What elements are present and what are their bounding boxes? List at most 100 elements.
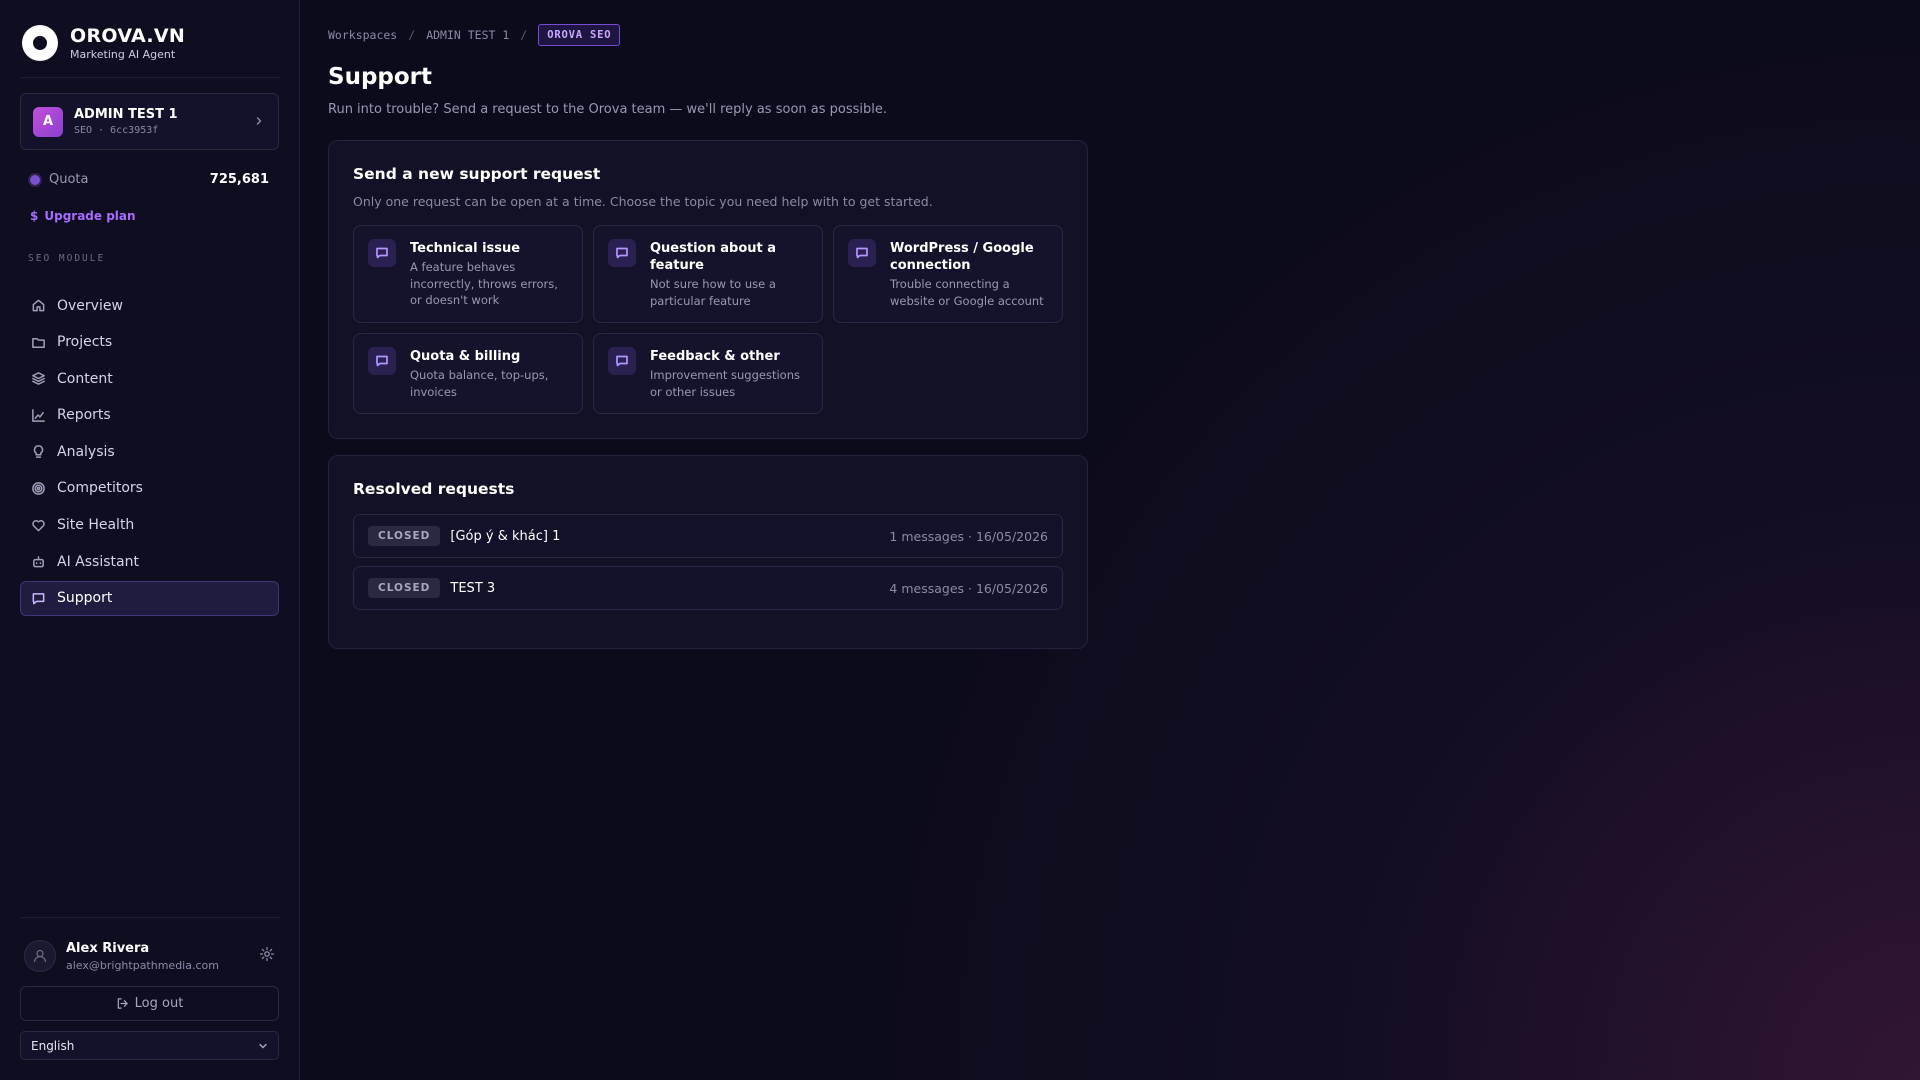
logout-label: Log out xyxy=(134,996,184,1011)
topic-desc: Quota balance, top-ups, invoices xyxy=(410,368,549,399)
layers-icon xyxy=(32,372,45,386)
bot-icon xyxy=(33,556,44,568)
sidebar-item-label: Overview xyxy=(57,297,123,314)
resolved-requests-card: Resolved requests CLOSED [Góp ý & khác] … xyxy=(328,455,1088,649)
upgrade-plan-label: Upgrade plan xyxy=(44,209,136,223)
new-request-subtitle: Only one request can be open at a time. … xyxy=(353,194,933,209)
new-request-title: Send a new support request xyxy=(353,165,601,183)
breadcrumb-separator: / xyxy=(408,28,416,42)
list-item[interactable]: CLOSED TEST 3 4 messages · 16/05/2026 xyxy=(353,566,1063,610)
sidebar-item-site-health[interactable]: Site Health xyxy=(20,508,279,543)
logo-icon xyxy=(22,24,58,61)
sidebar-item-label: Reports xyxy=(57,407,111,424)
logout-button[interactable]: Log out xyxy=(20,986,279,1021)
breadcrumb-separator: / xyxy=(520,28,528,42)
topic-desc: A feature behaves incorrectly, throws er… xyxy=(410,260,558,307)
brand-subtitle: Marketing AI Agent xyxy=(70,47,176,61)
chat-icon xyxy=(848,239,876,267)
breadcrumb-current: OROVA SEO xyxy=(538,24,621,46)
main-content: Workspaces / ADMIN TEST 1 / OROVA SEO Su… xyxy=(300,0,1920,1080)
user-email: alex@brightpathmedia.com xyxy=(66,958,219,972)
sidebar-item-projects[interactable]: Projects xyxy=(20,325,279,360)
workspace-avatar: A xyxy=(33,106,63,137)
topic-wordpress-google[interactable]: WordPress / Google connection Trouble co… xyxy=(833,225,1063,323)
breadcrumb-workspace[interactable]: ADMIN TEST 1 xyxy=(426,28,509,42)
sidebar-nav: Overview Projects Content Reports Analys… xyxy=(20,288,279,616)
topic-title: Quota & billing xyxy=(410,349,521,364)
sidebar-item-label: Support xyxy=(57,590,113,607)
request-meta: 4 messages · 16/05/2026 xyxy=(889,580,1048,596)
upgrade-plan-link[interactable]: $ Upgrade plan xyxy=(20,209,279,223)
topic-title: Question about a feature xyxy=(650,241,777,273)
home-icon xyxy=(32,299,45,312)
chat-icon xyxy=(608,347,636,375)
dollar-icon: $ xyxy=(30,209,39,223)
new-request-card: Send a new support request Only one requ… xyxy=(328,140,1088,439)
brand[interactable]: OROVA.VN Marketing AI Agent xyxy=(20,0,279,78)
request-meta: 1 messages · 16/05/2026 xyxy=(889,528,1048,544)
sidebar-item-overview[interactable]: Overview xyxy=(20,288,279,323)
sidebar-item-label: Analysis xyxy=(57,443,115,460)
topic-grid: Technical issue A feature behaves incorr… xyxy=(353,225,1063,414)
heart-icon xyxy=(32,519,45,531)
topic-title: WordPress / Google connection xyxy=(890,241,1034,273)
workspace-meta: SEO · 6cc3953f xyxy=(74,125,159,136)
sidebar-item-label: AI Assistant xyxy=(57,553,139,570)
topic-desc: Not sure how to use a particular feature xyxy=(650,277,776,308)
language-value: English xyxy=(31,1038,75,1053)
resolved-requests-list: CLOSED [Góp ý & khác] 1 1 messages · 16/… xyxy=(353,514,1063,610)
topic-desc: Improvement suggestions or other issues xyxy=(650,368,800,399)
sidebar-footer: Alex Rivera alex@brightpathmedia.com Log… xyxy=(20,917,279,1060)
topic-quota-billing[interactable]: Quota & billing Quota balance, top-ups, … xyxy=(353,333,583,414)
topic-feedback-other[interactable]: Feedback & other Improvement suggestions… xyxy=(593,333,823,414)
topic-technical-issue[interactable]: Technical issue A feature behaves incorr… xyxy=(353,225,583,323)
quota-label: Quota xyxy=(49,172,89,187)
request-title: [Góp ý & khác] 1 xyxy=(450,528,561,544)
quota-dot-icon xyxy=(30,174,40,185)
topic-desc: Trouble connecting a website or Google a… xyxy=(890,277,1044,308)
sidebar-item-ai-assistant[interactable]: AI Assistant xyxy=(20,544,279,579)
chat-icon xyxy=(608,239,636,267)
topic-feature-question[interactable]: Question about a feature Not sure how to… xyxy=(593,225,823,323)
list-item[interactable]: CLOSED [Góp ý & khác] 1 1 messages · 16/… xyxy=(353,514,1063,558)
sidebar-item-label: Site Health xyxy=(57,517,135,534)
chat-icon xyxy=(368,347,396,375)
page-subtitle: Run into trouble? Send a request to the … xyxy=(328,102,887,117)
folder-icon xyxy=(32,337,45,348)
sidebar-item-label: Content xyxy=(57,370,113,387)
logout-icon xyxy=(117,998,128,1009)
page-title: Support xyxy=(328,64,433,90)
gear-icon[interactable] xyxy=(259,946,275,966)
bulb-icon xyxy=(33,445,44,459)
status-badge: CLOSED xyxy=(368,578,441,598)
resolved-requests-title: Resolved requests xyxy=(353,480,515,498)
sidebar-item-support[interactable]: Support xyxy=(20,580,279,616)
user-profile: Alex Rivera alex@brightpathmedia.com xyxy=(20,917,279,986)
breadcrumb-workspaces[interactable]: Workspaces xyxy=(328,28,397,42)
workspace-name: ADMIN TEST 1 xyxy=(74,107,178,122)
topic-title: Technical issue xyxy=(410,241,521,256)
sidebar-item-competitors[interactable]: Competitors xyxy=(20,471,279,506)
request-title: TEST 3 xyxy=(450,580,496,596)
target-icon xyxy=(32,482,45,495)
language-select[interactable]: English xyxy=(20,1031,279,1060)
chevron-right-icon xyxy=(254,114,264,130)
quota-value: 725,681 xyxy=(209,172,269,187)
sidebar-item-content[interactable]: Content xyxy=(20,361,279,396)
user-name: Alex Rivera xyxy=(66,940,150,956)
chevron-down-icon xyxy=(259,1043,267,1048)
sidebar-item-label: Projects xyxy=(57,334,113,351)
status-badge: CLOSED xyxy=(368,526,441,546)
sidebar-item-reports[interactable]: Reports xyxy=(20,398,279,433)
brand-name: OROVA.VN xyxy=(70,24,186,47)
quota-row: Quota 725,681 xyxy=(20,172,279,187)
sidebar-item-analysis[interactable]: Analysis xyxy=(20,434,279,469)
breadcrumb: Workspaces / ADMIN TEST 1 / OROVA SEO xyxy=(328,24,1892,46)
sidebar: OROVA.VN Marketing AI Agent A ADMIN TEST… xyxy=(0,0,300,1080)
avatar[interactable] xyxy=(24,940,56,972)
chart-icon xyxy=(32,408,45,422)
app: OROVA.VN Marketing AI Agent A ADMIN TEST… xyxy=(0,0,1920,1080)
sidebar-item-label: Competitors xyxy=(57,480,143,497)
workspace-switcher[interactable]: A ADMIN TEST 1 SEO · 6cc3953f xyxy=(20,93,279,150)
chat-icon xyxy=(368,239,396,267)
